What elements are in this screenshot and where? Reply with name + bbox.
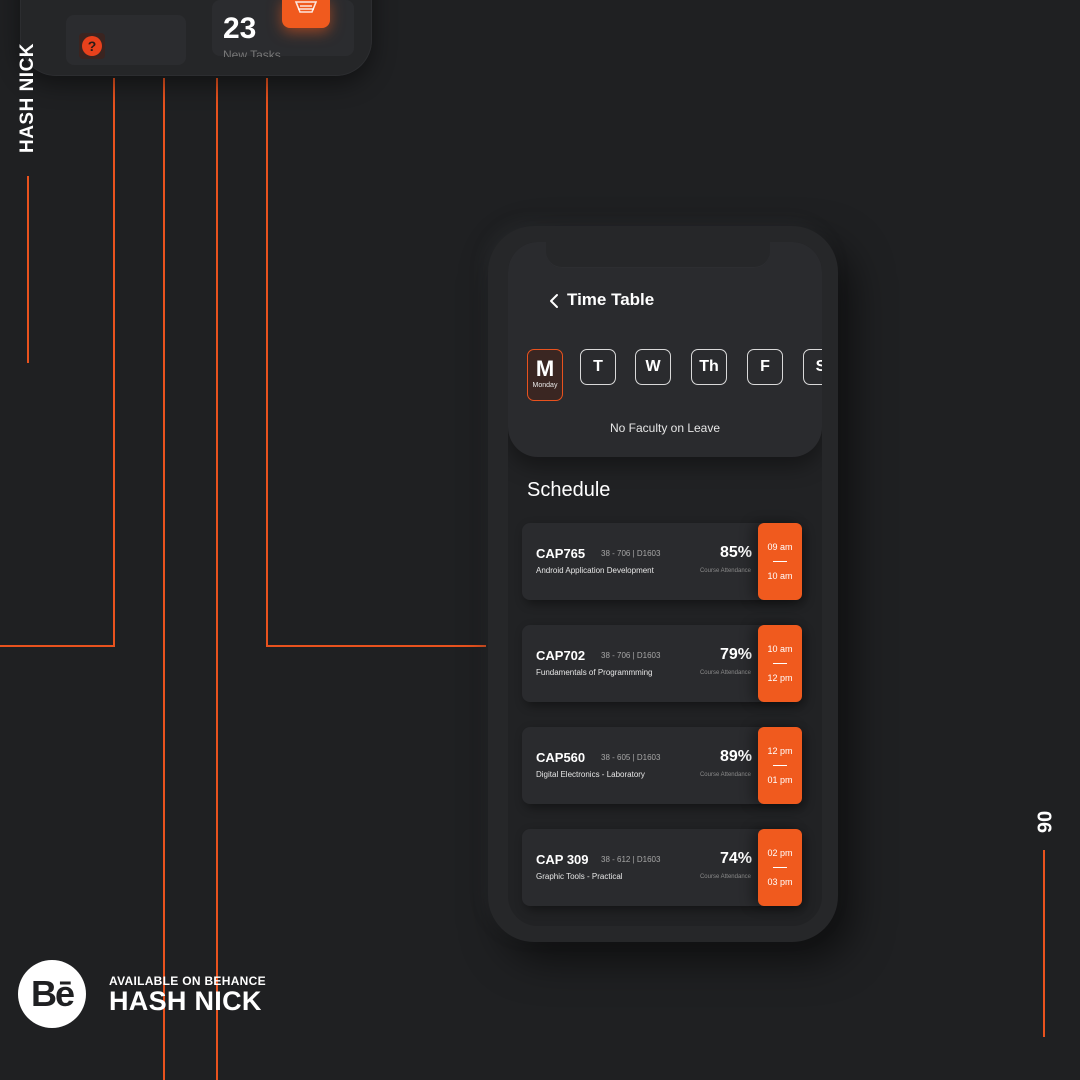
back-chevron-icon[interactable]: [546, 292, 564, 310]
day-tab-letter: M: [535, 356, 555, 381]
course-name: Fundamentals of Programmming: [536, 668, 653, 677]
phone-frame: Time Table M Monday T W Th F S No Facult…: [488, 226, 838, 942]
class-card[interactable]: CAP702 38 - 706 | D1603 Fundamentals of …: [522, 625, 802, 702]
day-tab-thursday[interactable]: Th: [691, 349, 727, 385]
course-attendance-value: 79%: [719, 646, 752, 663]
course-code: CAP 309: [536, 852, 589, 867]
page-title: Time Table: [567, 290, 655, 309]
side-brand-label: HASH NICK: [17, 42, 38, 154]
class-end-time: 03 pm: [767, 877, 793, 887]
course-attendance-label: Course Attendance: [699, 874, 751, 880]
class-end-time: 12 pm: [767, 673, 793, 683]
faculty-leave-status: No Faculty on Leave: [609, 421, 721, 435]
time-separator: [773, 561, 787, 562]
deco-line-vertical-2: [163, 78, 165, 1080]
deco-line-vertical-4: [266, 78, 268, 646]
behance-logo-icon[interactable]: Bē: [18, 960, 86, 1028]
time-separator: [773, 765, 787, 766]
deco-line-left-horizontal: [0, 645, 115, 647]
task-count: 23: [223, 12, 257, 45]
class-time-block: 09 am 10 am: [758, 523, 802, 600]
top-phone-preview: ? 23 New Tasks: [20, 0, 372, 76]
class-start-time: 09 am: [767, 542, 793, 552]
day-tab-wednesday[interactable]: W: [635, 349, 671, 385]
class-end-time: 01 pm: [767, 775, 793, 785]
course-room: 38 - 706 | D1603: [601, 651, 661, 660]
class-time-block: 12 pm 01 pm: [758, 727, 802, 804]
app-logo-icon: [282, 0, 330, 28]
class-start-time: 02 pm: [767, 848, 793, 858]
day-tab-full-name: Monday: [532, 382, 558, 389]
course-name: Graphic Tools - Practical: [536, 872, 623, 881]
day-tab-monday[interactable]: M Monday: [527, 349, 563, 401]
course-attendance-value: 74%: [719, 850, 752, 867]
course-room: 38 - 706 | D1603: [601, 549, 661, 558]
class-start-time: 10 am: [767, 644, 793, 654]
course-code: CAP702: [536, 648, 586, 663]
course-attendance-value: 85%: [719, 544, 752, 561]
deco-line-left-vertical: [113, 78, 115, 646]
course-code: CAP560: [536, 750, 586, 765]
course-name: Digital Electronics - Laboratory: [536, 770, 645, 779]
time-separator: [773, 663, 787, 664]
phone-notch: [546, 242, 770, 268]
deco-line-vertical-3: [216, 78, 218, 1080]
course-room: 38 - 605 | D1603: [601, 753, 661, 762]
class-card[interactable]: CAP 309 38 - 612 | D1603 Graphic Tools -…: [522, 829, 802, 906]
class-time-block: 02 pm 03 pm: [758, 829, 802, 906]
class-end-time: 10 am: [767, 571, 793, 581]
course-attendance-label: Course Attendance: [699, 568, 751, 574]
course-attendance-label: Course Attendance: [699, 772, 751, 778]
deco-line-page: [1043, 850, 1045, 1037]
page-number: 06: [1032, 810, 1055, 834]
day-tab-tuesday[interactable]: T: [580, 349, 616, 385]
timetable-header-panel: Time Table M Monday T W Th F S No Facult…: [508, 242, 822, 457]
class-card[interactable]: CAP560 38 - 605 | D1603 Digital Electron…: [522, 727, 802, 804]
course-attendance-value: 89%: [719, 748, 752, 765]
task-count-label: New Tasks: [223, 48, 281, 57]
deco-line-horizontal-right: [266, 645, 486, 647]
class-start-time: 12 pm: [767, 746, 793, 756]
time-separator: [773, 867, 787, 868]
class-card[interactable]: CAP765 38 - 706 | D1603 Android Applicat…: [522, 523, 802, 600]
help-icon: ?: [79, 33, 105, 59]
day-tab-saturday[interactable]: S: [803, 349, 822, 385]
deco-line-brand: [27, 176, 29, 363]
day-tab-friday[interactable]: F: [747, 349, 783, 385]
course-code: CAP765: [536, 546, 586, 561]
class-time-block: 10 am 12 pm: [758, 625, 802, 702]
brand-name: HASH NICK: [109, 986, 262, 1016]
day-selector: M Monday T W Th F S: [527, 347, 822, 403]
course-name: Android Application Development: [536, 566, 654, 575]
phone-screen: Time Table M Monday T W Th F S No Facult…: [508, 242, 822, 926]
course-attendance-label: Course Attendance: [699, 670, 751, 676]
schedule-heading: Schedule: [527, 479, 611, 501]
course-room: 38 - 612 | D1603: [601, 855, 661, 864]
